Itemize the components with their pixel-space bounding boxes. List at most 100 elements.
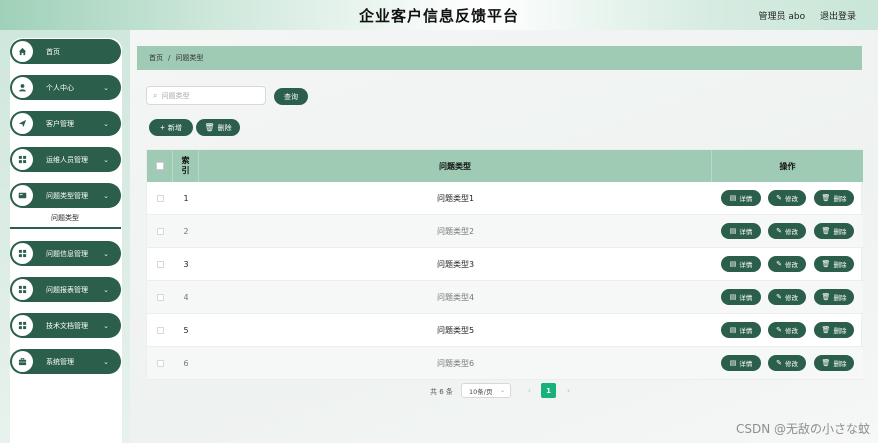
sidebar-item-2[interactable]: 个人中心 ⌄ (10, 75, 121, 100)
detail-button-label: 详情 (739, 294, 753, 302)
detail-button[interactable]: ▤ 详情 (721, 289, 761, 305)
delete-button[interactable]: 🗑 删除 (814, 256, 854, 272)
detail-button[interactable]: ▤ 详情 (721, 223, 761, 239)
sidebar-item-3[interactable]: 客户管理 ⌄ (10, 111, 121, 136)
trash-icon: 🗑 (821, 227, 831, 235)
detail-button[interactable]: ▤ 详情 (721, 256, 761, 272)
delete-button[interactable]: 🗑 删除 (814, 223, 854, 239)
row-select-cell[interactable] (147, 248, 173, 281)
edit-button[interactable]: ✎ 修改 (768, 355, 806, 371)
detail-button[interactable]: ▤ 详情 (721, 322, 761, 338)
logout-link[interactable]: 退出登录 (820, 12, 856, 22)
detail-button[interactable]: ▤ 详情 (721, 355, 761, 371)
detail-button-label: 详情 (739, 327, 753, 335)
grid-icon (12, 279, 33, 300)
sidebar-item-5[interactable]: 问题类型管理 ⌄ (10, 183, 121, 208)
trash-icon: 🗑 (204, 123, 215, 132)
briefcase-icon (12, 351, 33, 372)
row-checkbox[interactable] (156, 261, 164, 268)
row-select-cell[interactable] (147, 347, 173, 380)
sidebar-item-8[interactable]: 技术文档管理 ⌄ (10, 313, 121, 338)
search-field[interactable]: ⌕ (146, 86, 266, 105)
home-icon (12, 41, 33, 62)
delete-button[interactable]: 🗑 删除 (814, 190, 854, 206)
header-select-all[interactable] (147, 150, 173, 182)
bulk-delete-button[interactable]: 🗑 删除 (196, 119, 240, 136)
chevron-down-icon: ⌄ (103, 83, 109, 92)
trash-icon: 🗑 (821, 359, 831, 367)
edit-button[interactable]: ✎ 修改 (768, 190, 806, 206)
row-select-cell[interactable] (147, 182, 173, 215)
grid-icon (12, 149, 33, 170)
row-checkbox[interactable] (156, 294, 164, 301)
add-button[interactable]: + 新增 (149, 119, 193, 136)
row-type: 问题类型1 (436, 194, 475, 203)
document-icon: ▤ (729, 227, 737, 235)
chevron-down-icon: ⌄ (103, 285, 109, 294)
detail-button-label: 详情 (739, 360, 753, 368)
chevron-down-icon: ⌄ (103, 119, 109, 128)
sidebar-item-4[interactable]: 运维人员管理 ⌄ (10, 147, 121, 172)
sidebar-item-label: 个人中心 (46, 83, 74, 92)
row-select-cell[interactable] (147, 281, 173, 314)
add-button-label: 新增 (167, 124, 182, 132)
page-1-button[interactable]: 1 (541, 383, 556, 398)
row-select-cell[interactable] (147, 215, 173, 248)
delete-button[interactable]: 🗑 删除 (814, 322, 854, 338)
sidebar-item-7[interactable]: 问题报表管理 ⌄ (10, 277, 121, 302)
sidebar-item-label: 问题报表管理 (46, 285, 88, 294)
pencil-icon: ✎ (776, 326, 782, 334)
edit-button-label: 修改 (784, 228, 798, 236)
row-checkbox[interactable] (156, 195, 164, 202)
row-checkbox[interactable] (156, 360, 164, 367)
search-button[interactable]: 查询 (274, 88, 308, 105)
sidebar-item-label: 问题信息管理 (46, 249, 88, 258)
next-page-button[interactable]: › (561, 383, 576, 398)
sidebar-item-label: 首页 (46, 47, 60, 56)
row-checkbox[interactable] (156, 327, 164, 334)
chevron-down-icon: ⌄ (103, 249, 109, 258)
edit-button[interactable]: ✎ 修改 (768, 256, 806, 272)
trash-icon: 🗑 (821, 326, 831, 334)
prev-page-button[interactable]: ‹ (522, 383, 537, 398)
delete-button[interactable]: 🗑 删除 (814, 355, 854, 371)
row-index: 2 (183, 227, 189, 236)
row-index: 5 (183, 326, 189, 335)
trash-icon: 🗑 (821, 293, 831, 301)
document-icon: ▤ (729, 359, 737, 367)
delete-button-label: 删除 (833, 195, 847, 203)
row-type: 问题类型5 (436, 326, 475, 335)
grid-icon (12, 315, 33, 336)
table-row: 2 问题类型2 ▤ 详情 ✎ 修改 🗑 删除 (147, 215, 863, 248)
table-row: 4 问题类型4 ▤ 详情 ✎ 修改 🗑 删除 (147, 281, 863, 314)
watermark: CSDN @无敌の小さな蚊 (735, 422, 870, 436)
sidebar-item-9[interactable]: 系统管理 ⌄ (10, 349, 121, 374)
chevron-down-icon: ⌄ (103, 155, 109, 164)
search-input[interactable] (161, 91, 252, 100)
edit-button[interactable]: ✎ 修改 (768, 223, 806, 239)
edit-button[interactable]: ✎ 修改 (768, 322, 806, 338)
sidebar-item-6[interactable]: 问题信息管理 ⌄ (10, 241, 121, 266)
row-index: 6 (183, 359, 189, 368)
detail-button-label: 详情 (739, 228, 753, 236)
row-checkbox[interactable] (156, 228, 164, 235)
row-type: 问题类型4 (436, 293, 475, 302)
delete-button-label: 删除 (833, 327, 847, 335)
row-index: 3 (183, 260, 189, 269)
row-select-cell[interactable] (147, 314, 173, 347)
sidebar-subitem-question-type[interactable]: 问题类型 (10, 209, 121, 229)
breadcrumb-home[interactable]: 首页 (149, 53, 163, 63)
detail-button[interactable]: ▤ 详情 (721, 190, 761, 206)
user-label: 管理员 abo (758, 12, 806, 22)
row-index: 4 (183, 293, 189, 302)
card-icon (12, 185, 33, 206)
pencil-icon: ✎ (776, 260, 782, 268)
page-size-select[interactable]: 10条/页 ⌄ (461, 383, 511, 398)
table-row: 5 问题类型5 ▤ 详情 ✎ 修改 🗑 删除 (147, 314, 863, 347)
sidebar-item-label: 客户管理 (46, 119, 74, 128)
breadcrumb-current: 问题类型 (175, 54, 204, 62)
sidebar-item-1[interactable]: 首页 (10, 39, 121, 64)
edit-button[interactable]: ✎ 修改 (768, 289, 806, 305)
delete-button[interactable]: 🗑 删除 (814, 289, 854, 305)
select-all-checkbox[interactable] (155, 162, 164, 170)
